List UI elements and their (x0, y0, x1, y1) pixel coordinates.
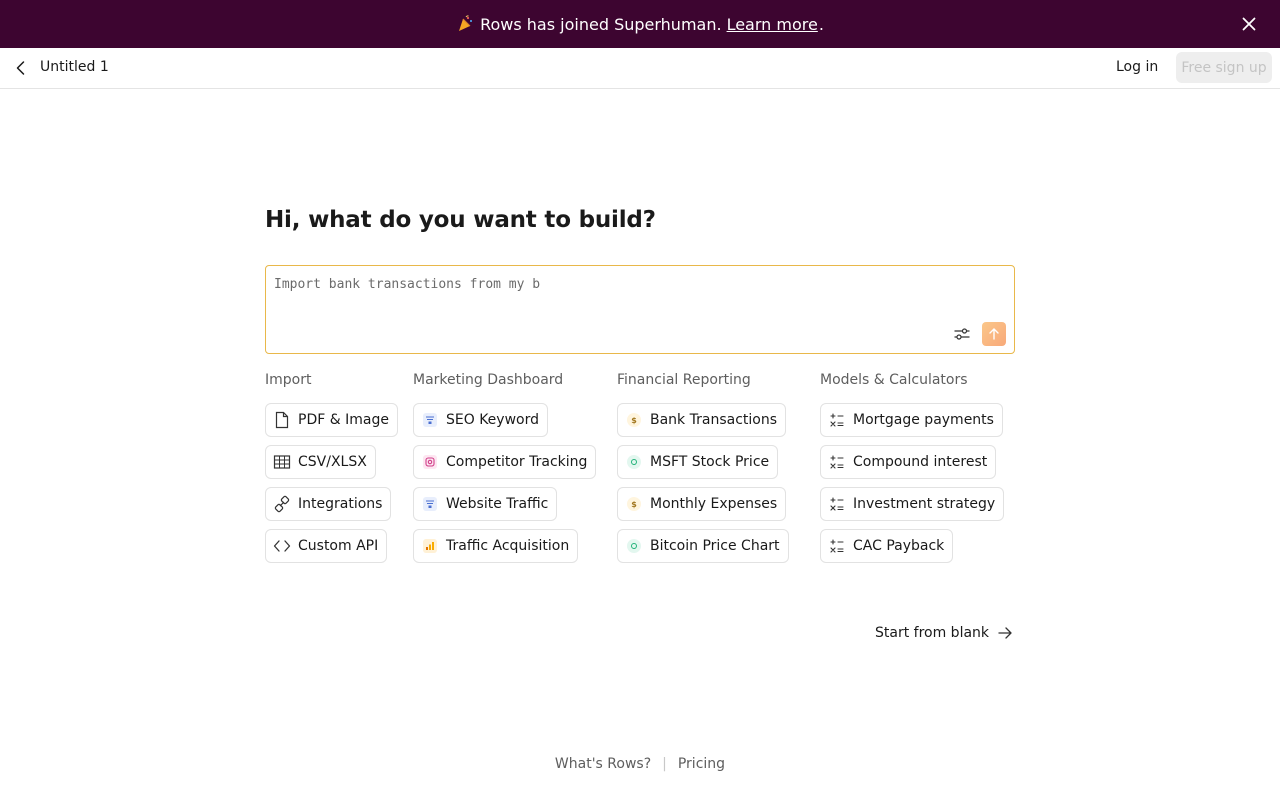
chip-label: MSFT Stock Price (650, 454, 770, 470)
chip-website-traffic[interactable]: Website Traffic (413, 487, 558, 521)
chip-label: Monthly Expenses (650, 496, 778, 512)
banner-period: . (818, 14, 824, 34)
chip-label: Traffic Acquisition (446, 538, 570, 554)
chip-label: Competitor Tracking (446, 454, 588, 470)
chip-label: Bitcoin Price Chart (650, 538, 780, 554)
chip-label: Investment strategy (853, 496, 996, 512)
learn-more-link[interactable]: Learn more (727, 15, 818, 34)
chip-label: Mortgage payments (853, 412, 994, 428)
chip-bitcoin-price-chart[interactable]: Bitcoin Price Chart (617, 529, 789, 563)
code-icon (273, 537, 291, 555)
coin-icon (625, 453, 643, 471)
link-icon (273, 495, 291, 513)
chip-label: Compound interest (853, 454, 988, 470)
calculator-icon (828, 453, 846, 471)
document-icon (273, 411, 291, 429)
chip-cac-payback[interactable]: CAC Payback (820, 529, 954, 563)
announcement-banner: Rows has joined Superhuman. Learn more . (0, 0, 1280, 48)
chip-investment-strategy[interactable]: Investment strategy (820, 487, 1005, 521)
party-horn-icon (456, 15, 474, 33)
footer: What's Rows? | Pricing (0, 756, 1280, 772)
sliders-icon[interactable] (953, 325, 971, 343)
chip-compound-interest[interactable]: Compound interest (820, 445, 997, 479)
chip-pdf-image[interactable]: PDF & Image (265, 403, 398, 437)
chip-msft-stock-price[interactable]: MSFT Stock Price (617, 445, 779, 479)
chip-label: CSV/XLSX (298, 454, 367, 470)
chip-label: Bank Transactions (650, 412, 777, 428)
arrow-up-icon (989, 328, 999, 340)
prompt-box (265, 265, 1015, 354)
search-console-icon (421, 411, 439, 429)
free-signup-button[interactable]: Free sign up (1176, 52, 1272, 83)
instagram-icon (421, 453, 439, 471)
category-title-import: Import (265, 372, 312, 388)
search-console-icon (421, 495, 439, 513)
analytics-icon (421, 537, 439, 555)
footer-separator: | (662, 756, 667, 772)
chip-seo-keyword[interactable]: SEO Keyword (413, 403, 548, 437)
back-arrow-icon[interactable] (12, 59, 30, 77)
top-bar: Untitled 1 Log in Free sign up (0, 48, 1280, 89)
whats-rows-link[interactable]: What's Rows? (555, 756, 651, 772)
chip-label: SEO Keyword (446, 412, 539, 428)
chip-bank-transactions[interactable]: $ Bank Transactions (617, 403, 786, 437)
start-from-blank-label: Start from blank (875, 625, 990, 641)
login-button[interactable]: Log in (1116, 59, 1158, 75)
table-icon (273, 453, 291, 471)
arrow-right-icon (998, 627, 1012, 639)
calculator-icon (828, 537, 846, 555)
pricing-link[interactable]: Pricing (678, 756, 725, 772)
calculator-icon (828, 495, 846, 513)
chip-custom-api[interactable]: Custom API (265, 529, 388, 563)
calculator-icon (828, 411, 846, 429)
chip-mortgage-payments[interactable]: Mortgage payments (820, 403, 1003, 437)
close-icon[interactable] (1240, 15, 1258, 33)
chip-csv-xlsx[interactable]: CSV/XLSX (265, 445, 376, 479)
chip-label: CAC Payback (853, 538, 945, 554)
start-from-blank-link[interactable]: Start from blank (875, 625, 1013, 641)
chip-traffic-acquisition[interactable]: Traffic Acquisition (413, 529, 579, 563)
chip-label: Custom API (298, 538, 379, 554)
dollar-icon: $ (625, 411, 643, 429)
chip-integrations[interactable]: Integrations (265, 487, 392, 521)
page-title: Hi, what do you want to build? (265, 207, 656, 233)
chip-monthly-expenses[interactable]: $ Monthly Expenses (617, 487, 787, 521)
chip-label: Website Traffic (446, 496, 549, 512)
coin-icon (625, 537, 643, 555)
dollar-icon: $ (625, 495, 643, 513)
send-button[interactable] (982, 322, 1006, 346)
banner-message: Rows has joined Superhuman. (480, 14, 722, 34)
chip-label: Integrations (298, 496, 383, 512)
category-title-marketing: Marketing Dashboard (413, 372, 564, 388)
prompt-input[interactable] (274, 274, 974, 294)
document-title[interactable]: Untitled 1 (40, 59, 109, 75)
category-title-models: Models & Calculators (820, 372, 968, 388)
category-title-financial: Financial Reporting (617, 372, 751, 388)
chip-competitor-tracking[interactable]: Competitor Tracking (413, 445, 597, 479)
chip-label: PDF & Image (298, 412, 389, 428)
